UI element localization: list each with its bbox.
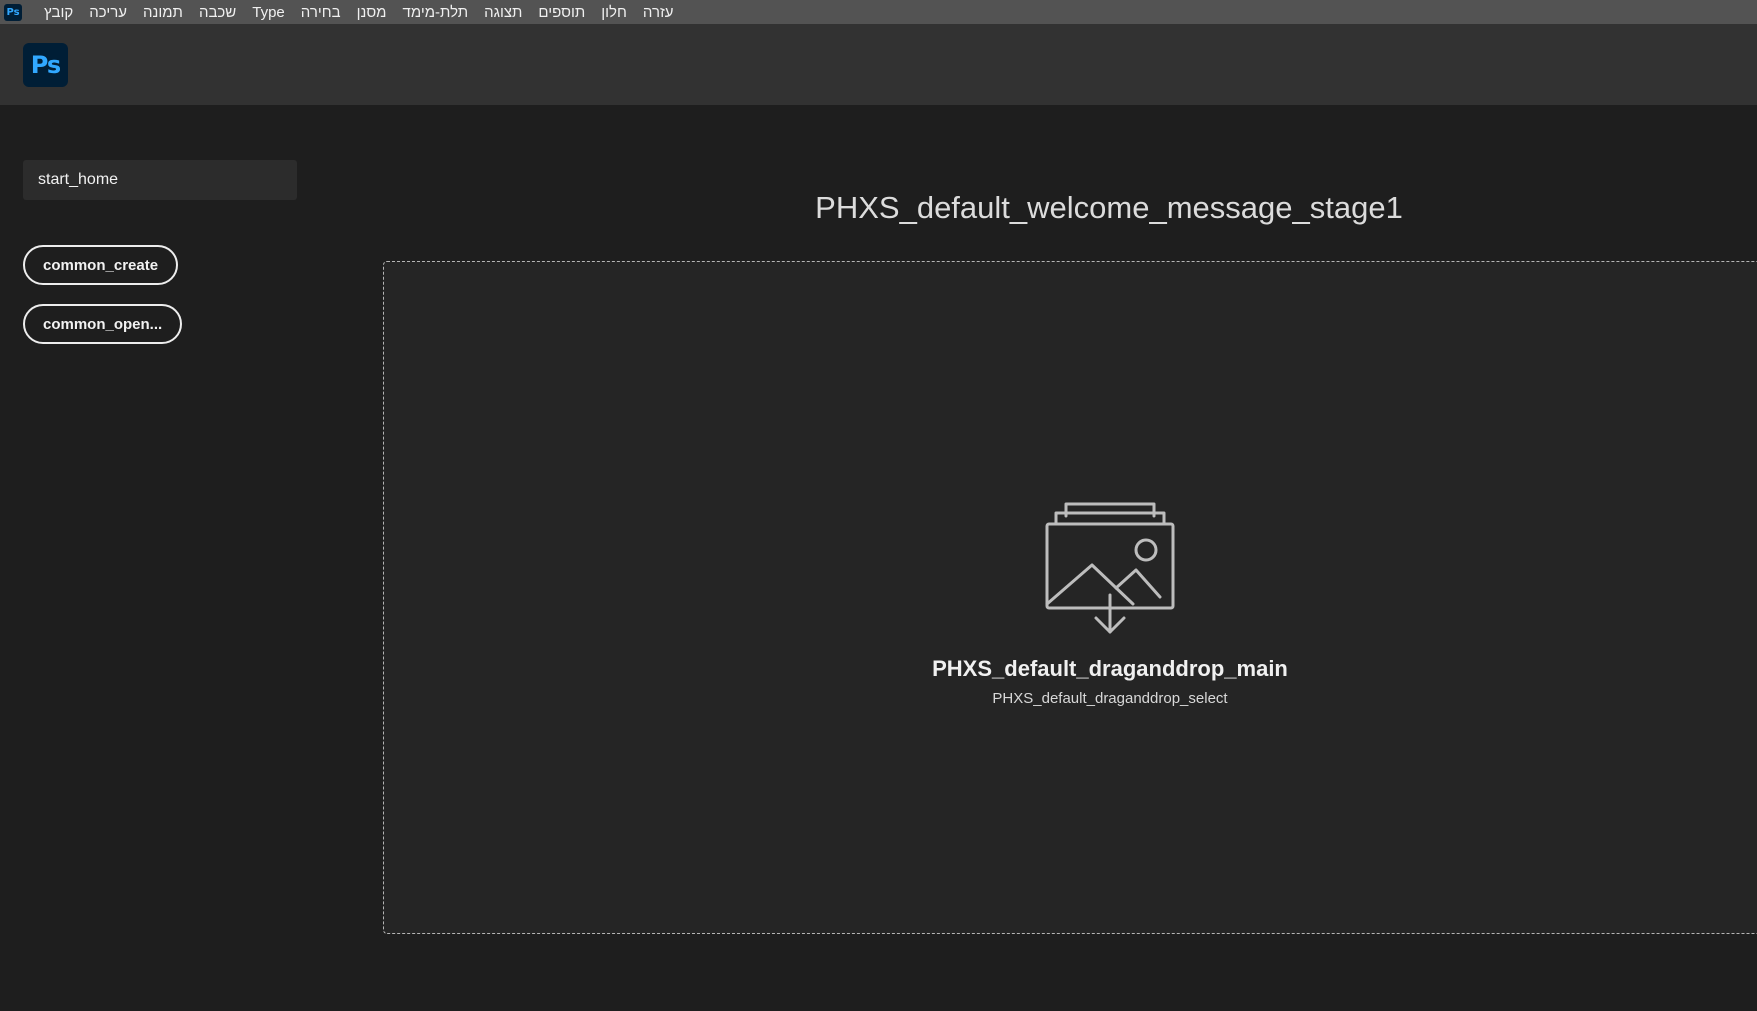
menu-window[interactable]: חלון [593,0,635,24]
menu-view[interactable]: תצוגה [476,0,530,24]
menu-3d[interactable]: תלת-מימד [395,0,477,24]
menu-image[interactable]: תמונה [135,0,191,24]
menu-help[interactable]: עזרה [635,0,682,24]
menu-edit[interactable]: עריכה [81,0,135,24]
drop-main-label: PHXS_default_draganddrop_main [932,656,1288,681]
menu-select[interactable]: בחירה [293,0,349,24]
welcome-message: PHXS_default_welcome_message_stage1 [815,190,1403,225]
app-header: Ps [0,24,1757,105]
menu-layer[interactable]: שכבה [191,0,244,24]
image-import-icon [1045,502,1175,634]
photoshop-logo-icon: Ps [23,43,68,87]
drop-select-label[interactable]: PHXS_default_draganddrop_select [800,690,1420,707]
app-mini-logo-icon[interactable]: Ps [4,3,22,21]
menu-type[interactable]: Type [244,0,293,24]
menu-plugins[interactable]: תוספים [530,0,593,24]
open-button[interactable]: common_open... [23,304,183,344]
create-button[interactable]: common_create [23,245,179,285]
menu-filter[interactable]: מסנן [349,0,395,24]
menu-bar: Ps קובץ עריכה תמונה שכבה Type בחירה מסנן… [0,0,1757,24]
menu-file[interactable]: קובץ [36,0,81,24]
sidebar-item-home[interactable]: start_home [23,160,297,200]
